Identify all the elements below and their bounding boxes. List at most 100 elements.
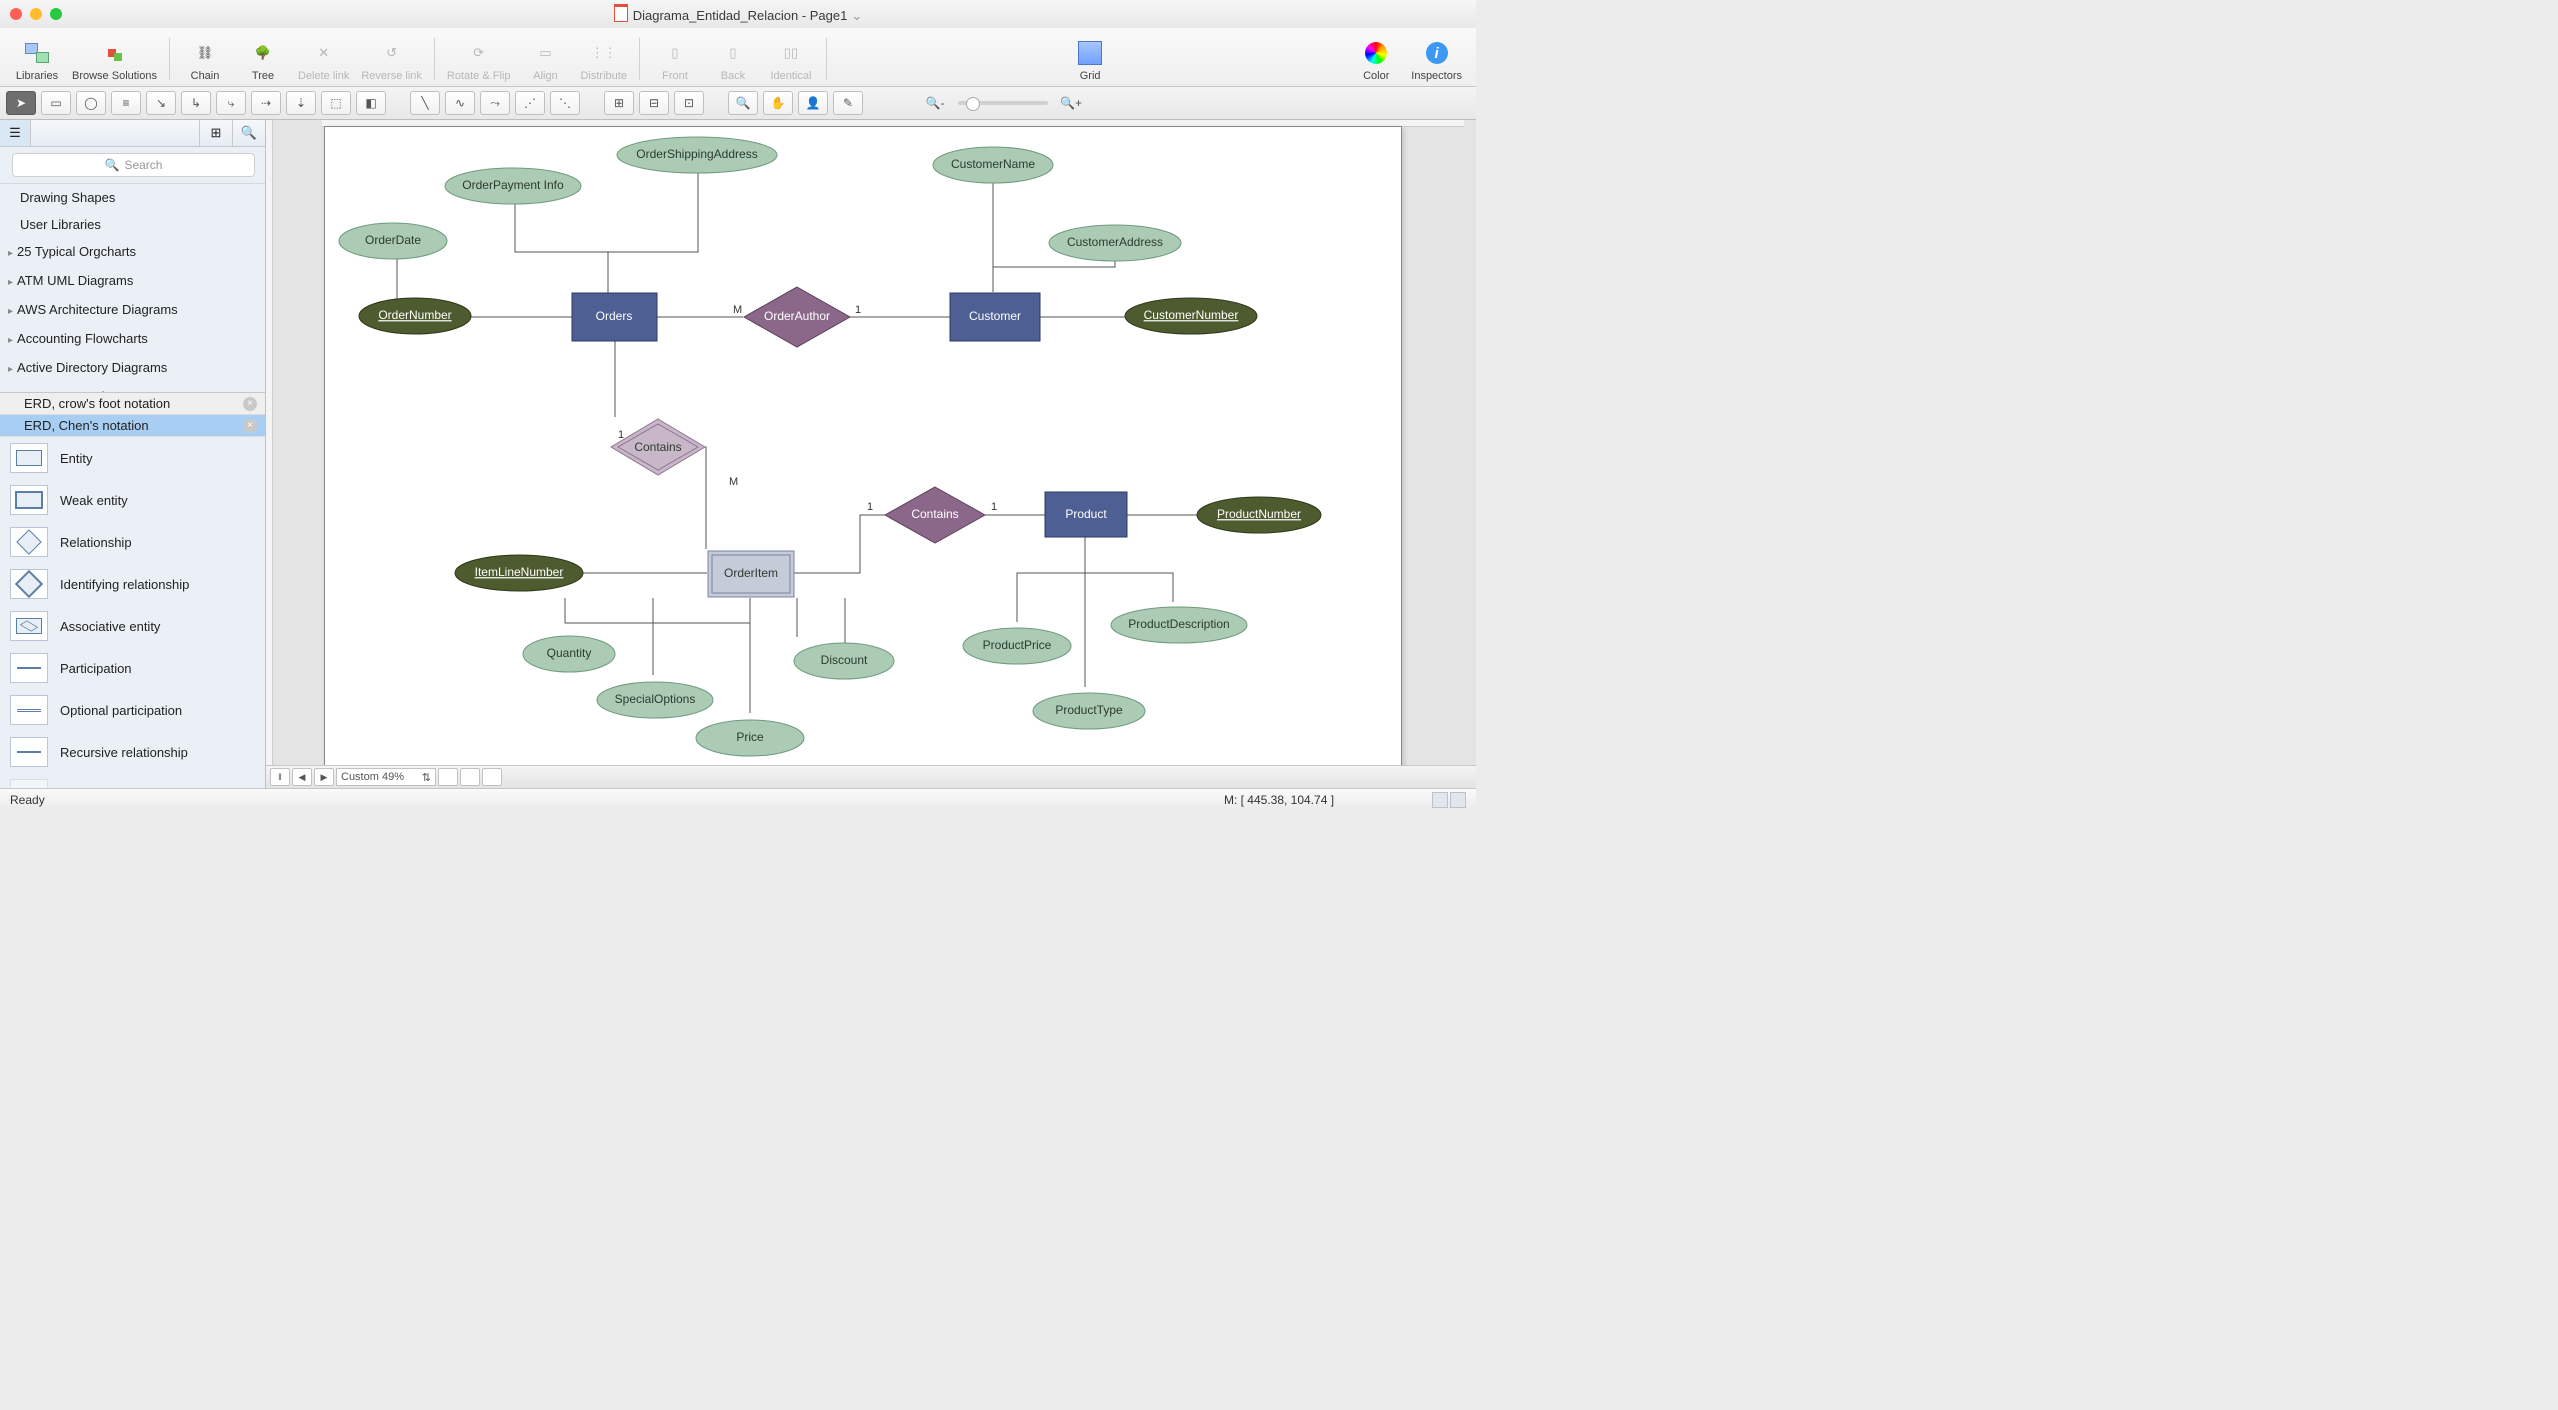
page-prev-button[interactable]: ◀: [292, 768, 312, 786]
vertical-ruler: [266, 120, 273, 776]
browse-solutions-button[interactable]: Browse Solutions: [66, 39, 163, 86]
snap-tool[interactable]: 👤: [798, 91, 828, 115]
delete-link-button[interactable]: ✕Delete link: [292, 39, 355, 86]
shape-relationship[interactable]: Relationship: [0, 521, 265, 563]
svg-text:Quantity: Quantity: [547, 646, 592, 660]
main-toolbar: Libraries Browse Solutions ⛓Chain 🌳Tree …: [0, 28, 1476, 87]
library-tree-tab[interactable]: ☰: [0, 120, 31, 146]
close-icon[interactable]: ×: [243, 397, 257, 411]
svg-text:OrderAuthor: OrderAuthor: [764, 309, 830, 323]
category-item[interactable]: Active Directory Diagrams: [0, 354, 265, 383]
connector-tool-7[interactable]: ◧: [356, 91, 386, 115]
back-button[interactable]: ▯Back: [704, 39, 762, 86]
text-tool[interactable]: ≡: [111, 91, 141, 115]
connector-tool-4[interactable]: ⇢: [251, 91, 281, 115]
svg-text:1: 1: [867, 501, 873, 513]
line-tool-5[interactable]: ⋱: [550, 91, 580, 115]
category-item[interactable]: User Libraries: [0, 211, 265, 238]
rect-tool[interactable]: ▭: [41, 91, 71, 115]
zoom-tool[interactable]: 🔍: [728, 91, 758, 115]
rotate-flip-button[interactable]: ⟳Rotate & Flip: [441, 39, 517, 86]
connector-tool-5[interactable]: ⇣: [286, 91, 316, 115]
connector-tool-1[interactable]: ↘: [146, 91, 176, 115]
minimize-icon[interactable]: [30, 8, 42, 20]
category-item[interactable]: 25 Typical Orgcharts: [0, 238, 265, 267]
front-button[interactable]: ▯Front: [646, 39, 704, 86]
status-icon[interactable]: [1450, 792, 1466, 808]
pan-tool[interactable]: ✋: [763, 91, 793, 115]
chevron-down-icon[interactable]: ⌄: [851, 8, 862, 23]
open-library-chen[interactable]: ERD, Chen's notation×: [0, 415, 265, 437]
grid-button[interactable]: Grid: [1061, 39, 1119, 86]
svg-text:1: 1: [855, 304, 861, 316]
shape-identifying-rel[interactable]: Identifying relationship: [0, 563, 265, 605]
line-tool-1[interactable]: ╲: [410, 91, 440, 115]
group-tool-1[interactable]: ⊞: [604, 91, 634, 115]
distribute-button[interactable]: ⋮⋮Distribute: [574, 39, 632, 86]
pointer-tool[interactable]: ➤: [6, 91, 36, 115]
status-icon[interactable]: [1432, 792, 1448, 808]
reverse-link-button[interactable]: ↺Reverse link: [355, 39, 428, 86]
zoom-out-button[interactable]: 🔍-: [921, 92, 949, 114]
page-controls: ‖ ◀ ▶ Custom 49%⇅: [266, 765, 1476, 788]
category-item[interactable]: Drawing Shapes: [0, 184, 265, 211]
search-input[interactable]: 🔍Search: [12, 153, 255, 177]
connector-tool-3[interactable]: ⤷: [216, 91, 246, 115]
page[interactable]: OrderDate OrderPayment Info OrderShippin…: [324, 126, 1402, 770]
page-next-button[interactable]: ▶: [314, 768, 334, 786]
close-icon[interactable]: [10, 8, 22, 20]
ellipse-tool[interactable]: ◯: [76, 91, 106, 115]
line-tool-4[interactable]: ⋰: [515, 91, 545, 115]
line-tool-3[interactable]: ⤳: [480, 91, 510, 115]
group-tool-3[interactable]: ⊡: [674, 91, 704, 115]
shape-associative-entity[interactable]: Associative entity: [0, 605, 265, 647]
svg-text:ProductNumber: ProductNumber: [1217, 507, 1301, 521]
svg-text:Contains: Contains: [634, 440, 681, 454]
page-tab-2[interactable]: [460, 768, 480, 786]
category-item[interactable]: AWS Architecture Diagrams: [0, 296, 265, 325]
connector-tool-2[interactable]: ↳: [181, 91, 211, 115]
connector-tool-6[interactable]: ⬚: [321, 91, 351, 115]
edit-tool[interactable]: ✎: [833, 91, 863, 115]
library-category-list[interactable]: Drawing Shapes User Libraries 25 Typical…: [0, 184, 265, 392]
shape-attribute[interactable]: Attribute: [0, 773, 265, 788]
category-item[interactable]: ATM UML Diagrams: [0, 267, 265, 296]
zoom-select[interactable]: Custom 49%⇅: [336, 768, 436, 786]
shape-weak-entity[interactable]: Weak entity: [0, 479, 265, 521]
svg-text:Orders: Orders: [596, 309, 633, 323]
library-search-tab[interactable]: 🔍: [232, 120, 265, 146]
align-button[interactable]: ▭Align: [516, 39, 574, 86]
svg-text:Customer: Customer: [969, 309, 1021, 323]
libraries-button[interactable]: Libraries: [8, 39, 66, 86]
drawing-canvas[interactable]: OrderDate OrderPayment Info OrderShippin…: [266, 120, 1476, 788]
open-library-crowsfoot[interactable]: ERD, crow's foot notation×: [0, 393, 265, 415]
category-item[interactable]: Aerospace and Transport: [0, 383, 265, 392]
maximize-icon[interactable]: [50, 8, 62, 20]
shape-recursive-rel[interactable]: Recursive relationship: [0, 731, 265, 773]
shape-optional-participation[interactable]: Optional participation: [0, 689, 265, 731]
page-pause-button[interactable]: ‖: [270, 768, 290, 786]
tree-button[interactable]: 🌳Tree: [234, 39, 292, 86]
line-tool-2[interactable]: ∿: [445, 91, 475, 115]
page-tab-1[interactable]: [438, 768, 458, 786]
page-tab-3[interactable]: [482, 768, 502, 786]
library-grid-tab[interactable]: ⊞: [199, 120, 232, 146]
shape-participation[interactable]: Participation: [0, 647, 265, 689]
status-text: Ready: [10, 793, 45, 807]
identical-button[interactable]: ▯▯Identical: [762, 39, 820, 86]
er-diagram[interactable]: OrderDate OrderPayment Info OrderShippin…: [325, 127, 1401, 769]
inspectors-button[interactable]: iInspectors: [1405, 39, 1468, 86]
zoom-slider[interactable]: [958, 101, 1048, 105]
shape-palette: Entity Weak entity Relationship Identify…: [0, 437, 265, 788]
zoom-in-button[interactable]: 🔍+: [1057, 92, 1085, 114]
group-tool-2[interactable]: ⊟: [639, 91, 669, 115]
category-item[interactable]: Accounting Flowcharts: [0, 325, 265, 354]
svg-text:Product: Product: [1065, 507, 1107, 521]
shape-entity[interactable]: Entity: [0, 437, 265, 479]
chain-button[interactable]: ⛓Chain: [176, 39, 234, 86]
close-icon[interactable]: ×: [243, 419, 257, 433]
svg-text:ProductPrice: ProductPrice: [983, 638, 1052, 652]
library-sidebar: ☰ ⊞ 🔍 🔍Search Drawing Shapes User Librar…: [0, 120, 266, 788]
color-button[interactable]: Color: [1347, 39, 1405, 86]
svg-text:CustomerName: CustomerName: [951, 157, 1035, 171]
